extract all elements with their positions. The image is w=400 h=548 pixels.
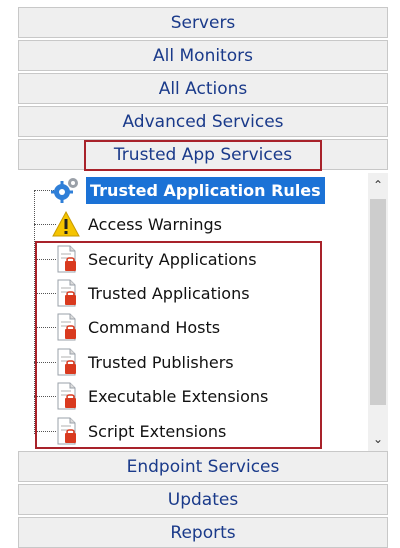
tree-item-label: Trusted Applications	[88, 283, 250, 303]
document-icon	[57, 348, 76, 376]
nav-button-trusted-app-services[interactable]: Trusted App Services	[18, 139, 388, 170]
document-icon	[57, 279, 76, 307]
tree-item-label: Executable Extensions	[88, 386, 269, 406]
warning-icon	[52, 210, 80, 237]
tree-item-label: Trusted Publishers	[88, 352, 234, 372]
tree-item-label: Trusted Application Rules	[86, 176, 325, 204]
nav-button-all-monitors[interactable]: All Monitors	[18, 40, 388, 71]
scroll-up-icon[interactable]: ⌃	[368, 175, 388, 195]
tree-item-label: Command Hosts	[88, 317, 221, 337]
tree-item-command-hosts[interactable]: Command Hosts	[18, 310, 368, 344]
nav-button-endpoint-services[interactable]: Endpoint Services	[18, 451, 388, 482]
document-icon	[57, 417, 76, 445]
scroll-down-icon[interactable]: ⌄	[368, 429, 388, 449]
document-icon	[57, 382, 76, 410]
vertical-scrollbar[interactable]: ⌃ ⌄	[368, 173, 388, 451]
tree-item-label: Security Applications	[88, 249, 257, 269]
tree-item-label: Access Warnings	[88, 214, 222, 234]
tree-item-trusted-publishers[interactable]: Trusted Publishers	[18, 345, 368, 379]
tree-item-access-warnings[interactable]: Access Warnings	[18, 207, 368, 241]
document-icon	[57, 245, 76, 273]
tree-item-script-extensions[interactable]: Script Extensions	[18, 414, 368, 448]
nav-button-servers[interactable]: Servers	[18, 7, 388, 38]
gears-icon	[51, 178, 78, 203]
tree-panel: Trusted Application Rules Access Warning…	[18, 173, 388, 451]
document-icon	[57, 313, 76, 341]
scroll-thumb[interactable]	[370, 199, 386, 405]
nav-button-reports[interactable]: Reports	[18, 517, 388, 548]
tree-item-trusted-applications[interactable]: Trusted Applications	[18, 276, 368, 310]
tree-item-label: Script Extensions	[88, 421, 227, 441]
nav-button-updates[interactable]: Updates	[18, 484, 388, 515]
tree-item-executable-extensions[interactable]: Executable Extensions	[18, 379, 368, 413]
tree-item-security-applications[interactable]: Security Applications	[18, 242, 368, 276]
nav-button-advanced-services[interactable]: Advanced Services	[18, 106, 388, 137]
nav-button-all-actions[interactable]: All Actions	[18, 73, 388, 104]
tree-item-trusted-application-rules[interactable]: Trusted Application Rules	[18, 173, 368, 207]
